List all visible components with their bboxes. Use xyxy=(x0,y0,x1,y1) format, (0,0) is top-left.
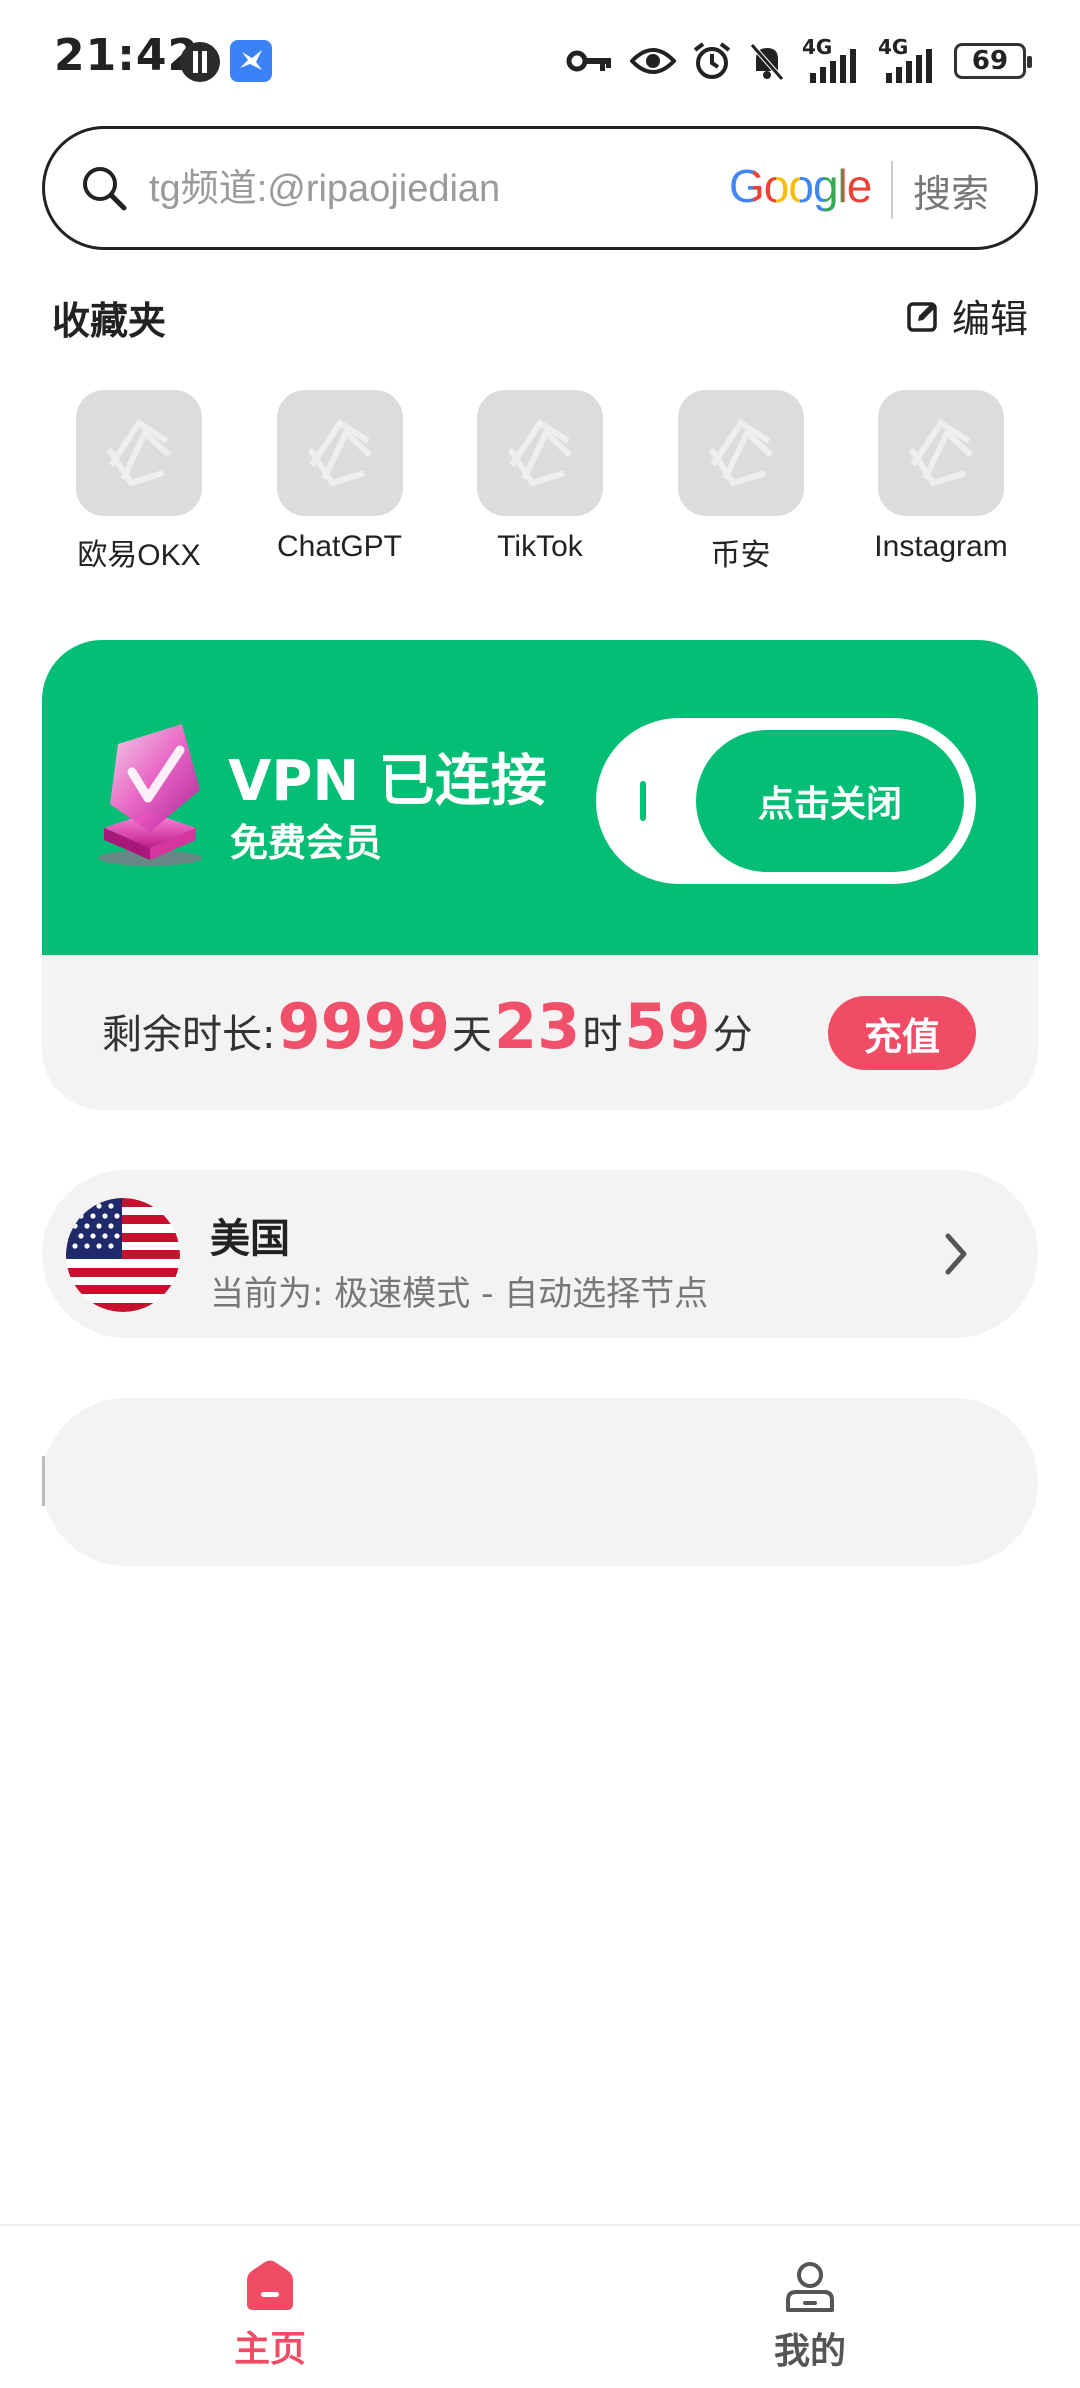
edit-button[interactable]: 编辑 xyxy=(906,288,1028,343)
status-bar: 21:42 4G 4G 69 xyxy=(0,0,1080,120)
remaining-minutes: 59 xyxy=(624,990,711,1063)
favorite-item-instagram[interactable]: Instagram xyxy=(842,390,1040,574)
search-input[interactable] xyxy=(149,161,709,217)
nav-home[interactable]: 主页 xyxy=(170,2260,370,2372)
remaining-time: 剩余时长: 9999 天 23 时 59 分 xyxy=(102,990,753,1063)
eye-icon xyxy=(630,48,676,74)
key-icon xyxy=(566,50,611,72)
nav-mine-label: 我的 xyxy=(773,2331,846,2372)
search-bar[interactable]: Google 搜索 xyxy=(42,126,1038,250)
app-placeholder-icon xyxy=(477,390,603,516)
user-icon xyxy=(786,2262,834,2312)
app-placeholder-icon xyxy=(677,390,804,516)
search-divider xyxy=(891,161,893,219)
favorite-item-binance[interactable]: 币安 xyxy=(642,390,840,574)
favorite-item-chatgpt[interactable]: ChatGPT xyxy=(241,390,439,574)
battery-level: 69 xyxy=(971,46,1009,76)
status-time: 21:42 xyxy=(54,30,200,81)
vpn-status-panel: VPN 已连接 免费会员 点击关闭 xyxy=(42,640,1038,955)
hours-unit: 时 xyxy=(582,1012,623,1058)
favorite-item-okx[interactable]: 欧易OKX xyxy=(40,390,238,574)
app-placeholder-icon xyxy=(878,390,1004,516)
status-icons: 4G 4G 69 xyxy=(566,35,1032,86)
google-logo: Google xyxy=(729,159,872,213)
app-notification-icon xyxy=(180,42,220,82)
bell-muted-icon xyxy=(750,43,784,81)
favorites-list: 欧易OKX ChatGPT TikTok 币安 Instagram xyxy=(40,390,1040,574)
empty-card xyxy=(42,1398,1038,1566)
signal-icon: 4G xyxy=(878,35,938,83)
signal-icon: 4G xyxy=(802,35,862,83)
favorite-label: ChatGPT xyxy=(276,530,403,563)
placeholder-caret xyxy=(42,1456,45,1506)
disconnect-button[interactable]: 点击关闭 xyxy=(696,730,964,872)
us-flag-icon xyxy=(66,1198,180,1312)
edit-icon xyxy=(907,301,937,332)
vpn-toggle-switch[interactable]: 点击关闭 xyxy=(596,718,976,884)
app-placeholder-icon xyxy=(76,390,202,516)
favorite-label: 币安 xyxy=(710,539,771,572)
home-icon xyxy=(247,2260,293,2310)
remaining-hours: 23 xyxy=(494,990,581,1063)
battery-icon: 69 xyxy=(954,43,1032,79)
diamond-gem-icon xyxy=(98,724,202,866)
server-country: 美国 xyxy=(210,1216,290,1262)
engine-logo-text: Google xyxy=(729,160,872,212)
favorites-title: 收藏夹 xyxy=(52,299,167,343)
search-icon xyxy=(83,167,127,211)
favorite-label: 欧易OKX xyxy=(77,539,201,572)
days-unit: 天 xyxy=(452,1012,493,1058)
bottom-nav: 主页 我的 xyxy=(0,2224,1080,2388)
bird-app-icon xyxy=(230,40,272,82)
search-button[interactable]: 搜索 xyxy=(913,163,989,218)
favorite-item-tiktok[interactable]: TikTok xyxy=(441,390,639,574)
favorite-label: Instagram xyxy=(874,530,1008,563)
edit-label: 编辑 xyxy=(951,297,1028,341)
recharge-button[interactable]: 充值 xyxy=(828,996,976,1070)
server-mode: 当前为: 极速模式 - 自动选择节点 xyxy=(210,1274,709,1314)
remaining-label: 剩余时长: xyxy=(102,1012,276,1058)
remaining-days: 9999 xyxy=(277,990,451,1063)
toggle-indicator xyxy=(640,781,646,821)
minutes-unit: 分 xyxy=(712,1012,753,1058)
chevron-right-icon xyxy=(945,1233,967,1275)
nav-home-label: 主页 xyxy=(233,2329,306,2370)
favorite-label: TikTok xyxy=(497,530,583,563)
disconnect-label: 点击关闭 xyxy=(757,784,902,825)
server-selector[interactable]: 美国 当前为: 极速模式 - 自动选择节点 xyxy=(42,1170,1038,1338)
app-placeholder-icon xyxy=(276,390,403,516)
vpn-status-text: VPN 已连接 xyxy=(228,749,547,814)
alarm-icon xyxy=(693,42,731,79)
vpn-card: VPN 已连接 免费会员 点击关闭 剩余时长: 9999 天 23 时 59 分… xyxy=(42,640,1038,1110)
membership-text: 免费会员 xyxy=(230,821,383,865)
nav-mine[interactable]: 我的 xyxy=(710,2260,910,2374)
